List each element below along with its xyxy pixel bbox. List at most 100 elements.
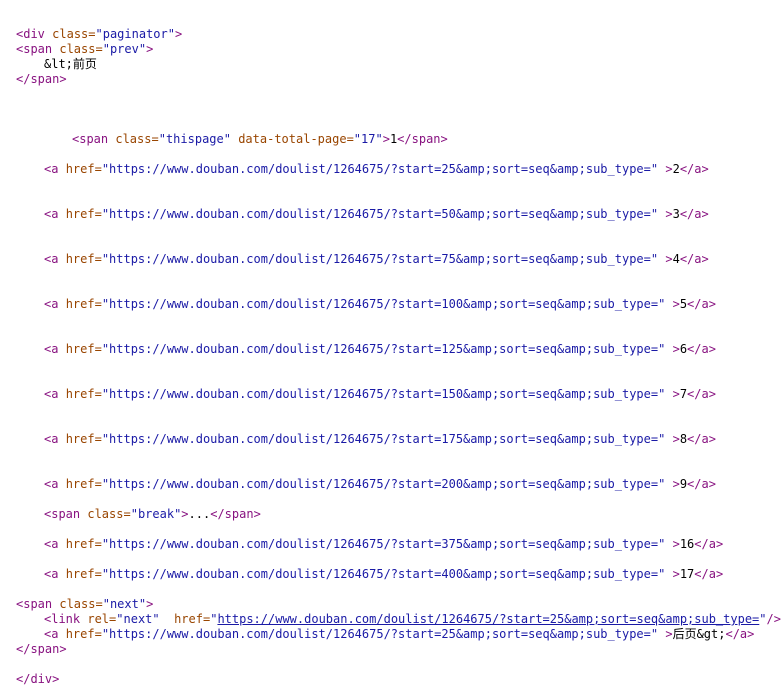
attribute-name: href= — [65, 297, 102, 311]
tag-close: > — [672, 432, 680, 446]
end-tag: </a> — [725, 627, 755, 641]
tag-close: > — [672, 387, 680, 401]
end-tag: </span> — [397, 132, 448, 146]
tag-name: <a — [44, 342, 59, 356]
end-tag: </a> — [687, 432, 716, 446]
href-value: "https://www.douban.com/doulist/1264675/… — [101, 432, 666, 446]
end-tag: </a> — [679, 252, 709, 266]
attribute-name: data-total-page= — [238, 132, 354, 146]
line-page-link: <a href="https://www.douban.com/doulist/… — [44, 463, 716, 491]
attribute-name: href= — [65, 627, 102, 641]
break-text: ... — [188, 507, 211, 521]
page-link-text: 2 — [672, 162, 680, 176]
tag-name: <a — [44, 567, 59, 581]
line-page-link: <a href="https://www.douban.com/doulist/… — [44, 553, 723, 581]
end-tag: </a> — [687, 342, 716, 356]
end-tag: </a> — [687, 297, 716, 311]
attribute-name: href= — [65, 162, 102, 176]
tag-name: <a — [44, 537, 59, 551]
line-next-link-tag: <link rel="next" href="https://www.douba… — [44, 598, 781, 626]
line-next-open: <span class="next"> — [16, 583, 153, 611]
attribute-value: " — [759, 612, 767, 626]
attribute-name: href= — [65, 537, 102, 551]
line-page-link: <a href="https://www.douban.com/doulist/… — [44, 373, 716, 401]
line-break: <span class="break">...</span> — [44, 493, 261, 521]
tag-name: <a — [44, 297, 59, 311]
tag-close: > — [665, 627, 673, 641]
tag-name: <a — [44, 252, 59, 266]
line-thispage: <span class="thispage" data-total-page="… — [72, 118, 448, 146]
attribute-value: "prev" — [102, 42, 147, 56]
attribute-name: href= — [65, 252, 102, 266]
end-tag: </a> — [694, 567, 724, 581]
tag-close: /> — [766, 612, 781, 626]
tag-close: > — [672, 477, 680, 491]
attribute-name: href= — [65, 432, 102, 446]
attribute-name: href= — [65, 342, 102, 356]
line-next-close: </span> — [16, 628, 67, 656]
end-tag: </a> — [679, 207, 709, 221]
attribute-name: href= — [65, 387, 102, 401]
line-page-link: <a href="https://www.douban.com/doulist/… — [44, 283, 716, 311]
tag-close: > — [174, 27, 183, 41]
line-prev-close: </span> — [16, 58, 67, 86]
tag-close: > — [672, 567, 680, 581]
href-value: "https://www.douban.com/doulist/1264675/… — [101, 537, 666, 551]
line-prev-open: <span class="prev"> — [16, 28, 153, 56]
href-value: "https://www.douban.com/doulist/1264675/… — [101, 627, 659, 641]
end-tag: </span> — [16, 642, 67, 656]
href-value: "https://www.douban.com/doulist/1264675/… — [101, 342, 666, 356]
page-link-text: 5 — [679, 297, 688, 311]
attribute-value: "break" — [130, 507, 182, 521]
tag-name: <a — [44, 477, 59, 491]
page-link-text: 3 — [672, 207, 680, 221]
tag-close: > — [665, 252, 673, 266]
page-link-text: 9 — [679, 477, 688, 491]
href-value: "https://www.douban.com/doulist/1264675/… — [101, 477, 666, 491]
href-value: "https://www.douban.com/doulist/1264675/… — [101, 387, 666, 401]
line-page-link: <a href="https://www.douban.com/doulist/… — [44, 148, 709, 176]
end-tag: </span> — [210, 507, 261, 521]
tag-name: <a — [44, 162, 59, 176]
line-prev-text: &lt;前页 — [44, 43, 97, 71]
next-anchor-text: 后页&gt; — [672, 627, 726, 641]
tag-name: <a — [44, 432, 59, 446]
line-next-anchor: <a href="https://www.douban.com/doulist/… — [44, 613, 754, 641]
tag-close: > — [181, 507, 189, 521]
tag-close: > — [665, 162, 673, 176]
attribute-name: href= — [65, 477, 102, 491]
line-div-open: <div class="paginator"> — [16, 13, 182, 41]
attribute-value: "17" — [353, 132, 383, 146]
href-value: "https://www.douban.com/doulist/1264675/… — [101, 297, 666, 311]
end-tag: </a> — [694, 537, 724, 551]
tag-close: > — [382, 132, 390, 146]
line-page-link: <a href="https://www.douban.com/doulist/… — [44, 418, 716, 446]
line-div-close: </div> — [16, 658, 59, 686]
tag-name: <a — [44, 387, 59, 401]
attribute-value: "thispage" — [158, 132, 231, 146]
page-link-text: 16 — [679, 537, 695, 551]
line-page-link: <a href="https://www.douban.com/doulist/… — [44, 193, 709, 221]
page-link-text: 6 — [679, 342, 688, 356]
tag-close: > — [672, 537, 680, 551]
page-link-text: 17 — [679, 567, 695, 581]
end-tag: </a> — [687, 387, 716, 401]
href-value: "https://www.douban.com/doulist/1264675/… — [101, 252, 659, 266]
end-tag: </span> — [16, 72, 67, 86]
tag-close: > — [146, 42, 154, 56]
line-page-link: <a href="https://www.douban.com/doulist/… — [44, 238, 709, 266]
end-tag: </a> — [679, 162, 709, 176]
href-value: "https://www.douban.com/doulist/1264675/… — [101, 162, 659, 176]
tag-close: > — [665, 207, 673, 221]
tag-close: > — [672, 342, 680, 356]
page-link-text: 8 — [679, 432, 688, 446]
page-link-text: 4 — [672, 252, 680, 266]
href-value: "https://www.douban.com/doulist/1264675/… — [101, 207, 659, 221]
page-link-text: 7 — [679, 387, 688, 401]
tag-name: <span — [72, 132, 109, 146]
end-tag: </div> — [16, 672, 60, 686]
tag-name: <a — [44, 207, 59, 221]
attribute-name: class= — [115, 132, 159, 146]
attribute-name: class= — [87, 507, 131, 521]
attribute-name: href= — [65, 567, 102, 581]
